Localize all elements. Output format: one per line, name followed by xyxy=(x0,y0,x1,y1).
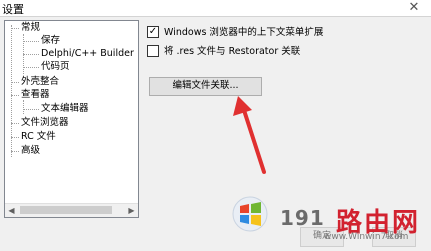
watermark: 191 路由网 www.Winwin7.com xyxy=(232,194,431,251)
watermark-number: 191 xyxy=(280,206,325,230)
windows-logo-icon xyxy=(232,196,268,232)
watermark-url: www.Winwin7.com xyxy=(324,232,409,242)
